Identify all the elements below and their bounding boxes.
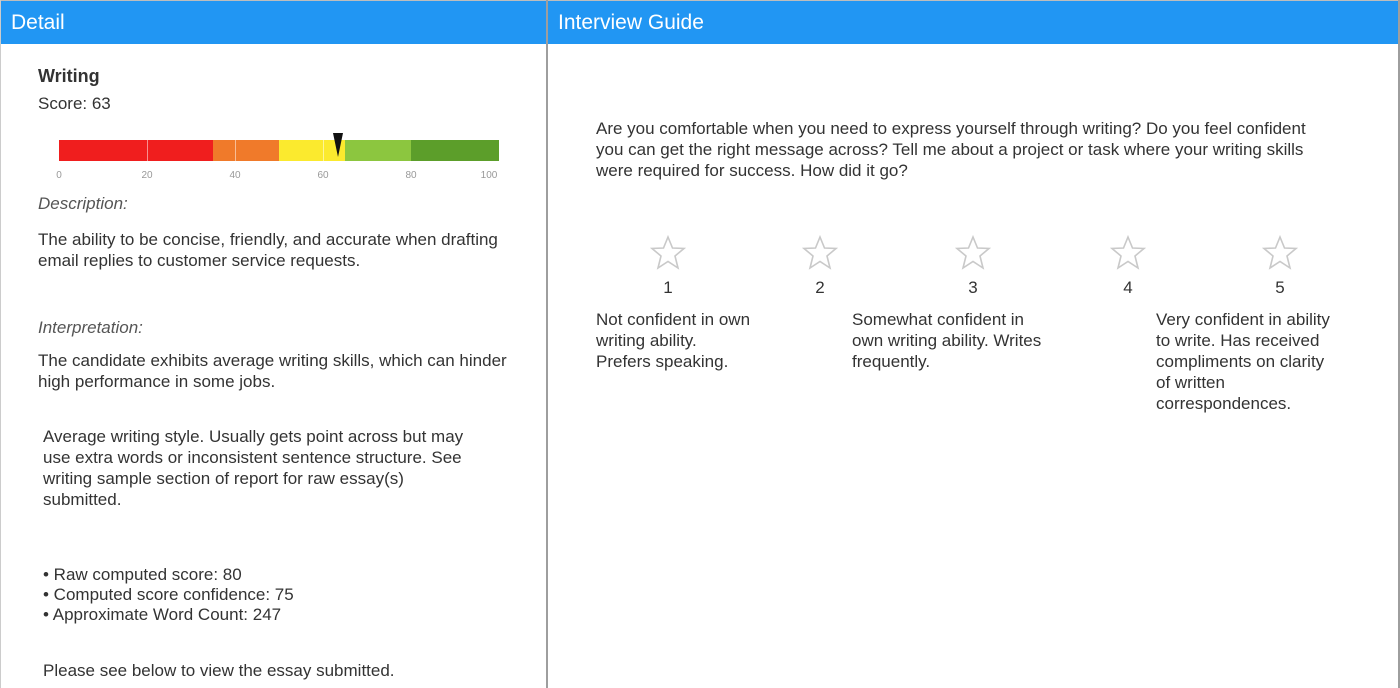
rating-number: 1 (663, 278, 673, 297)
description-label: Description: (38, 194, 128, 213)
list-item: • Computed score confidence: 75 (43, 585, 294, 604)
score-gauge (59, 140, 499, 161)
star-outline-icon[interactable] (1110, 235, 1146, 271)
tick-label: 100 (480, 170, 498, 181)
gauge-segment-dark-green (411, 140, 499, 161)
list-item: • Raw computed score: 80 (43, 565, 242, 584)
gauge-segment-red (59, 140, 213, 161)
rating-number: 4 (1123, 278, 1133, 297)
tick-label: 40 (229, 170, 241, 181)
anchor-mid-text: Somewhat confident in own writing abilit… (852, 310, 1042, 371)
gauge-ticks: 0 20 40 60 80 100 (56, 170, 499, 184)
interpretation-label: Interpretation: (38, 318, 143, 337)
score-marker-icon (333, 133, 343, 157)
rating-number: 2 (815, 278, 825, 297)
interview-question: Are you comfortable when you need to exp… (596, 119, 1306, 180)
star-outline-icon[interactable] (802, 235, 838, 271)
rating-number: 5 (1275, 278, 1285, 297)
star-outline-icon[interactable] (1262, 235, 1298, 271)
detail-panel: Detail Writing Score: 63 0 20 40 60 80 1… (0, 0, 548, 688)
list-item: • Approximate Word Count: 247 (43, 605, 282, 624)
interview-guide-header: Interview Guide (548, 0, 1398, 44)
summary-text: Average writing style. Usually gets poin… (43, 427, 464, 509)
star-outline-icon[interactable] (650, 235, 686, 271)
skill-title: Writing (38, 66, 100, 86)
tick-label: 60 (317, 170, 329, 181)
rating-number: 3 (968, 278, 978, 297)
anchor-low-text: Not confident in own writing ability. Pr… (596, 310, 751, 371)
interpretation-text: The candidate exhibits average writing s… (38, 351, 507, 391)
tick-label: 80 (405, 170, 417, 181)
detail-panel-header: Detail (1, 0, 546, 44)
star-outline-icon[interactable] (955, 235, 991, 271)
description-text: The ability to be concise, friendly, and… (38, 230, 498, 270)
anchor-high-text: Very confident in ability to write. Has … (1156, 310, 1330, 413)
tick-label: 20 (141, 170, 153, 181)
tick-label: 0 (56, 170, 62, 181)
score-label: Score: 63 (38, 94, 111, 113)
stats-list: • Raw computed score: 80 • Computed scor… (43, 565, 294, 625)
footer-note: Please see below to view the essay submi… (43, 661, 395, 680)
gauge-segment-light-green (345, 140, 411, 161)
gauge-segment-orange (213, 140, 279, 161)
